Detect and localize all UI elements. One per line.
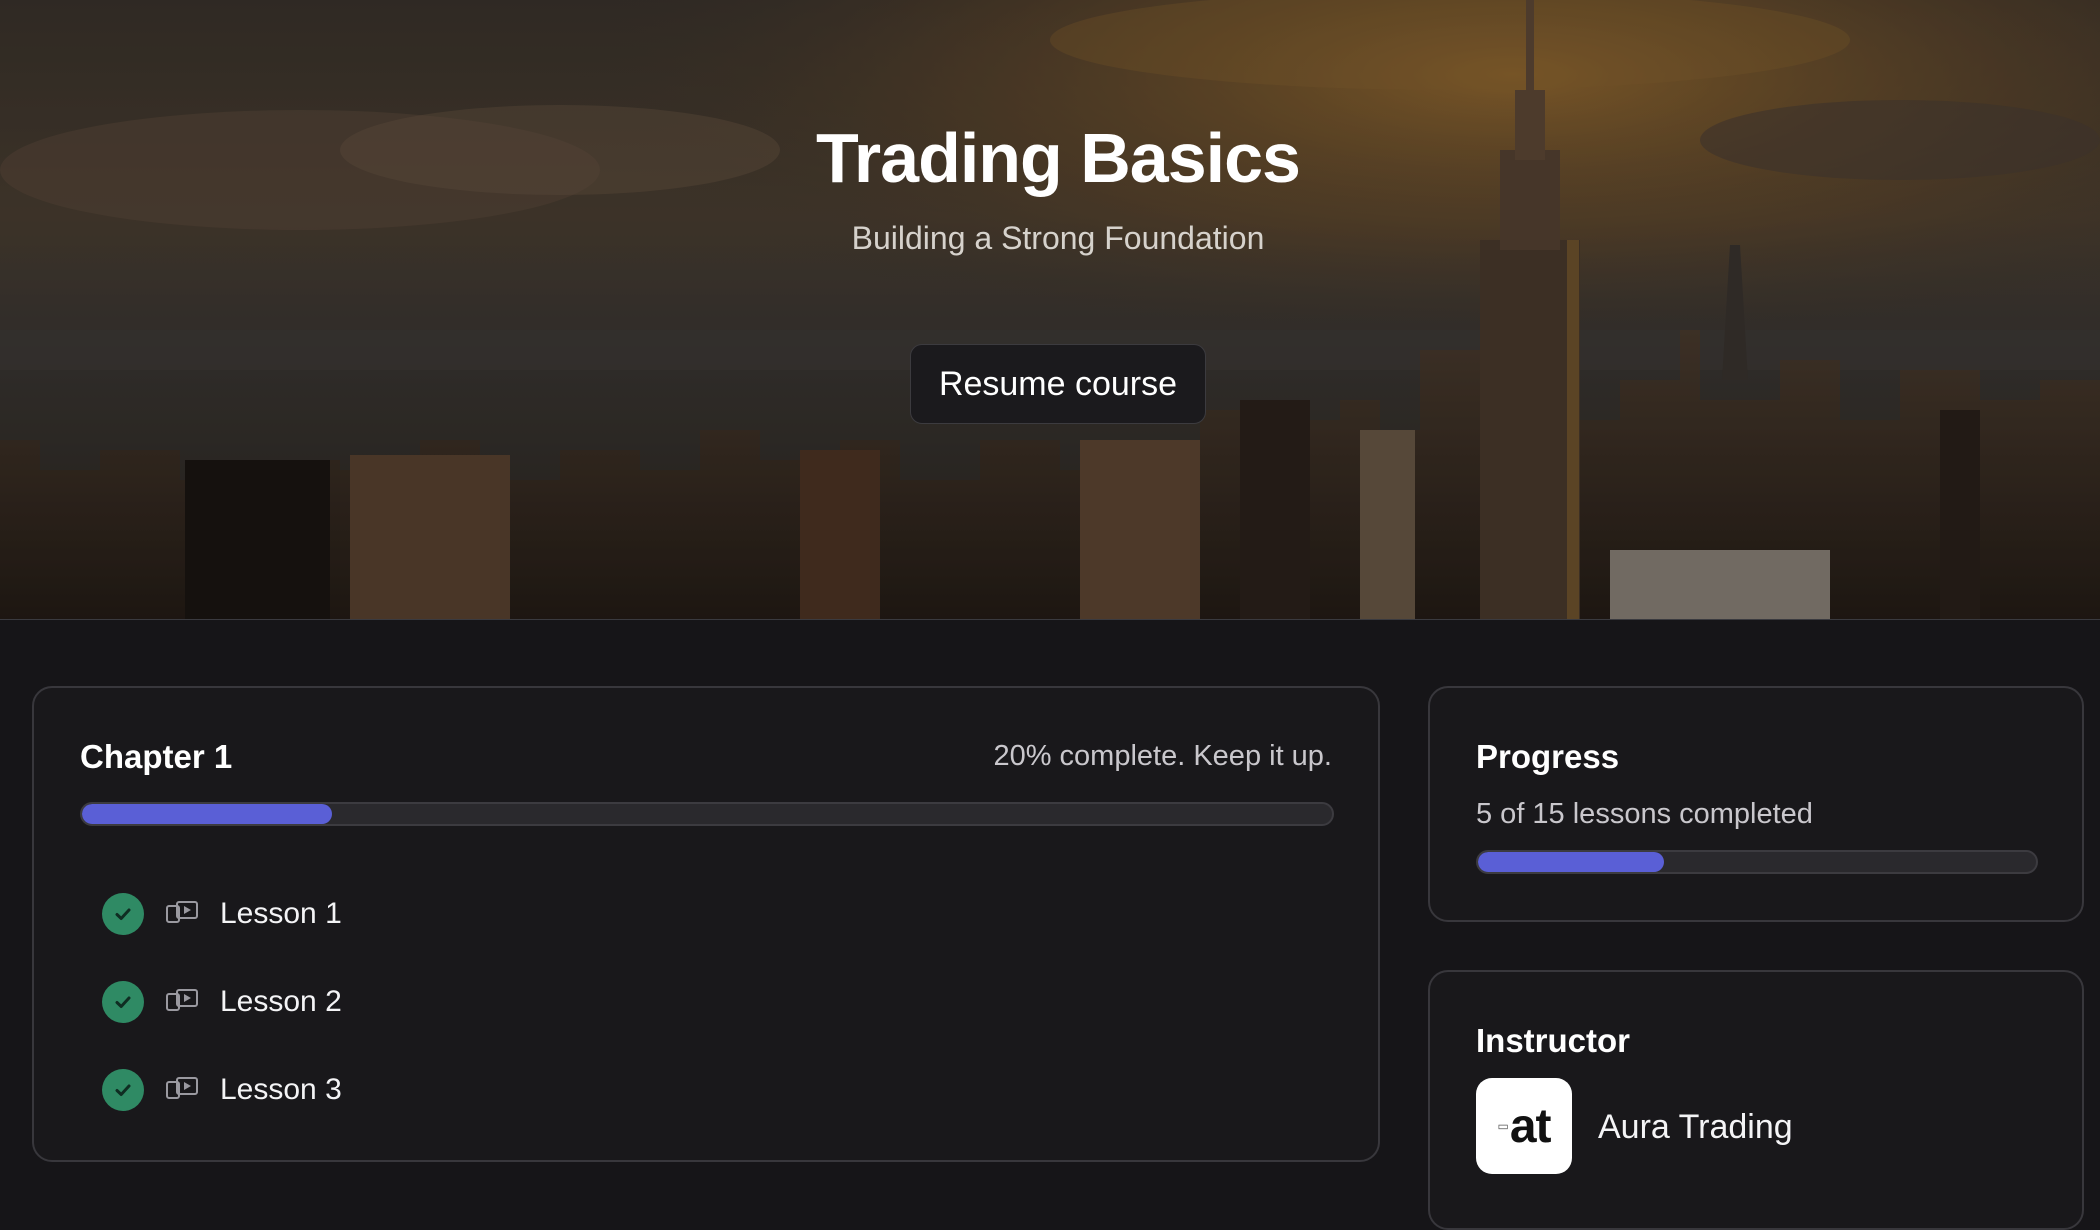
course-subtitle: Building a Strong Foundation xyxy=(851,220,1265,256)
logo-mark-icon: ▭ xyxy=(1497,1119,1508,1133)
progress-card: Progress 5 of 15 lessons completed xyxy=(1428,686,2084,922)
course-progress-bar xyxy=(1476,850,2038,874)
chapter-progress-bar xyxy=(80,802,1334,826)
video-icon xyxy=(164,1075,200,1105)
lesson-item[interactable]: Lesson 3 xyxy=(102,1046,1302,1134)
progress-title: Progress xyxy=(1476,738,1620,775)
check-circle-icon xyxy=(102,981,144,1023)
lesson-label: Lesson 3 xyxy=(220,1073,342,1106)
lesson-item[interactable]: Lesson 2 xyxy=(102,958,1302,1046)
lessons-completed-text: 5 of 15 lessons completed xyxy=(1476,798,1813,830)
lesson-item[interactable]: Lesson 1 xyxy=(102,870,1302,958)
course-title: Trading Basics xyxy=(816,119,1301,197)
instructor-avatar[interactable]: ▭ at xyxy=(1476,1078,1572,1174)
video-icon xyxy=(164,987,200,1017)
instructor-card: Instructor ▭ at Aura Trading xyxy=(1428,970,2084,1230)
course-progress-fill xyxy=(1478,852,1664,872)
instructor-logo-text: at xyxy=(1509,1099,1552,1153)
chapter-progress-text: 20% complete. Keep it up. xyxy=(993,740,1332,772)
course-hero: Trading Basics Building a Strong Foundat… xyxy=(0,0,2100,620)
chapter-progress-fill xyxy=(82,804,332,824)
check-circle-icon xyxy=(102,1069,144,1111)
video-icon xyxy=(164,899,200,929)
instructor-name[interactable]: Aura Trading xyxy=(1598,1108,1793,1147)
check-circle-icon xyxy=(102,893,144,935)
resume-course-button[interactable]: Resume course xyxy=(910,344,1206,424)
chapter-card: Chapter 1 20% complete. Keep it up. Less… xyxy=(32,686,1380,1162)
city-skyline-image xyxy=(0,0,2100,619)
lesson-label: Lesson 1 xyxy=(220,897,342,930)
instructor-title: Instructor xyxy=(1476,1022,1631,1059)
chapter-title: Chapter 1 xyxy=(80,738,233,775)
lesson-label: Lesson 2 xyxy=(220,985,342,1018)
lesson-list: Lesson 1 Lesson 2 Lesson 3 xyxy=(102,870,1302,1134)
